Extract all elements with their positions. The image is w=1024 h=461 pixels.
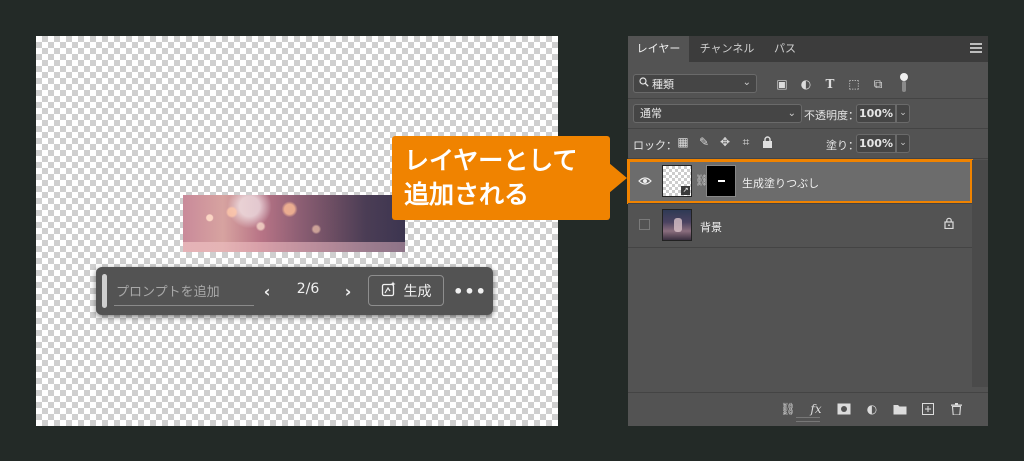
ellipsis-icon: ••• xyxy=(453,281,487,301)
variation-counter: 2/6 xyxy=(296,281,320,297)
add-mask-icon[interactable] xyxy=(836,401,852,417)
lock-label: ロック： xyxy=(633,139,677,152)
eye-icon[interactable] xyxy=(638,174,652,188)
tab-layers[interactable]: レイヤー xyxy=(628,36,689,62)
previous-variation-button[interactable]: ‹ xyxy=(258,280,276,302)
fill-input[interactable]: 100% xyxy=(856,134,896,153)
generative-fill-icon xyxy=(381,281,397,301)
annotation-callout: レイヤーとして 追加される xyxy=(392,136,610,220)
search-icon xyxy=(639,77,649,90)
lock-position-icon[interactable]: ✥ xyxy=(718,135,732,149)
shape-filter-icon[interactable]: ⬚ xyxy=(847,77,861,91)
filter-label: 種類 xyxy=(652,77,674,91)
lock-image-pixels-icon[interactable]: ✎ xyxy=(697,135,711,149)
generate-label: 生成 xyxy=(403,283,432,300)
more-options-button[interactable]: ••• xyxy=(453,280,486,302)
fill-dropdown-button[interactable]: ⌄ xyxy=(896,134,910,153)
generated-image-strip xyxy=(183,195,405,252)
tab-channels[interactable]: チャンネル xyxy=(690,36,764,62)
adjustment-filter-icon[interactable]: ◐ xyxy=(799,77,813,91)
chevron-left-icon: ‹ xyxy=(263,281,271,301)
generate-button[interactable]: 生成 xyxy=(368,275,444,306)
smart-object-badge-icon: ↗ xyxy=(681,186,690,195)
prompt-input[interactable] xyxy=(114,279,254,306)
chevron-right-icon: › xyxy=(344,281,352,301)
panel-tab-bar: レイヤー チャンネル パス xyxy=(628,36,988,62)
opacity-input[interactable]: 100% xyxy=(856,104,896,123)
new-group-folder-icon[interactable] xyxy=(892,401,908,417)
layer-style-icon[interactable]: fx xyxy=(808,401,824,417)
link-layers-icon[interactable]: ⛓ xyxy=(780,401,796,417)
image-filter-icon[interactable]: ▣ xyxy=(775,77,789,91)
layer-mask-thumbnail[interactable] xyxy=(706,165,736,197)
opacity-dropdown-button[interactable]: ⌄ xyxy=(896,104,910,123)
lock-icon-group: ▦ ✎ ✥ ⌗ xyxy=(676,135,774,149)
opacity-label: 不透明度： xyxy=(804,109,859,122)
layer-filter-select[interactable]: 種類 ⌄ xyxy=(633,74,757,93)
blend-mode-select[interactable]: 通常 ⌄ xyxy=(633,104,802,123)
footer-icon-group: ⛓ fx ◐ xyxy=(780,401,964,417)
layer-row-background[interactable]: 背景 xyxy=(628,204,972,247)
blend-mode-value: 通常 xyxy=(640,107,662,120)
layer-row-generative-fill[interactable]: ↗ ⛓ 生成塗りつぶし xyxy=(627,159,973,204)
contextual-task-bar: ‹ 2/6 › 生成 ••• xyxy=(96,267,493,315)
layer-thumbnail: ↗ xyxy=(662,165,692,197)
lock-icon xyxy=(944,217,954,232)
tab-paths[interactable]: パス xyxy=(765,36,805,62)
visibility-toggle[interactable] xyxy=(639,219,650,230)
panel-menu-icon[interactable] xyxy=(970,43,982,55)
layer-name: 背景 xyxy=(700,221,722,234)
trash-icon[interactable] xyxy=(948,401,964,417)
lock-transparent-pixels-icon[interactable]: ▦ xyxy=(676,135,690,149)
chevron-down-icon: ⌄ xyxy=(787,108,796,119)
layers-panel: レイヤー チャンネル パス 種類 ⌄ ▣ ◐ T ⬚ ⧉ 通常 ⌄ 不透明度： … xyxy=(627,36,988,426)
lock-all-icon[interactable] xyxy=(760,135,774,149)
chevron-down-icon: ⌄ xyxy=(742,77,751,88)
layers-scrollbar[interactable] xyxy=(972,160,988,387)
taskbar-drag-handle[interactable] xyxy=(102,274,107,308)
layer-thumbnail xyxy=(662,209,692,241)
type-filter-icon[interactable]: T xyxy=(823,77,837,91)
fill-label: 塗り： xyxy=(826,139,859,152)
callout-line-1: レイヤーとして xyxy=(404,146,578,175)
new-layer-icon[interactable] xyxy=(920,401,936,417)
smart-object-filter-icon[interactable]: ⧉ xyxy=(871,77,885,91)
filter-toggle-switch[interactable] xyxy=(900,73,908,93)
document-canvas[interactable] xyxy=(36,36,558,426)
filter-icon-group: ▣ ◐ T ⬚ ⧉ xyxy=(775,74,885,94)
panel-resize-grip[interactable] xyxy=(796,417,820,422)
callout-line-2: 追加される xyxy=(404,180,530,209)
next-variation-button[interactable]: › xyxy=(339,280,357,302)
layer-name: 生成塗りつぶし xyxy=(742,177,820,190)
callout-pointer xyxy=(609,163,627,193)
adjustment-layer-icon[interactable]: ◐ xyxy=(864,401,880,417)
lock-artboard-icon[interactable]: ⌗ xyxy=(739,135,753,149)
